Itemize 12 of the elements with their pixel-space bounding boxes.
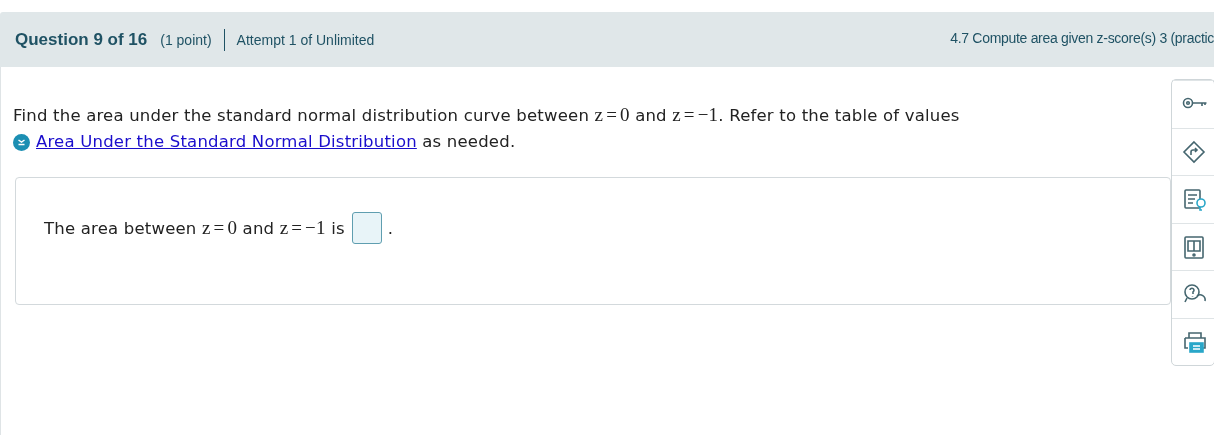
answer-text: The area between z = 0 and z = −1 is bbox=[44, 217, 345, 239]
table-link[interactable]: Area Under the Standard Normal Distribution bbox=[36, 132, 417, 151]
topic-title: 4.7 Compute area given z-score(s) 3 (practic bbox=[950, 29, 1214, 46]
attempt-label: Attempt 1 of Unlimited bbox=[236, 31, 375, 48]
expand-icon[interactable] bbox=[13, 133, 30, 151]
points-label: (1 point) bbox=[160, 31, 212, 48]
question-text: Find the area under the standard normal distribution curve between z = 0 and z = −1. Refer to the table of values bbox=[13, 103, 961, 127]
reference-text: Area Under the Standard Normal Distribution as needed. bbox=[36, 131, 516, 153]
answer-field[interactable] bbox=[351, 212, 382, 244]
period-text: . bbox=[387, 218, 394, 238]
question-number: Question 9 of 16 bbox=[15, 29, 148, 50]
turn-sign-icon bbox=[1180, 138, 1208, 165]
